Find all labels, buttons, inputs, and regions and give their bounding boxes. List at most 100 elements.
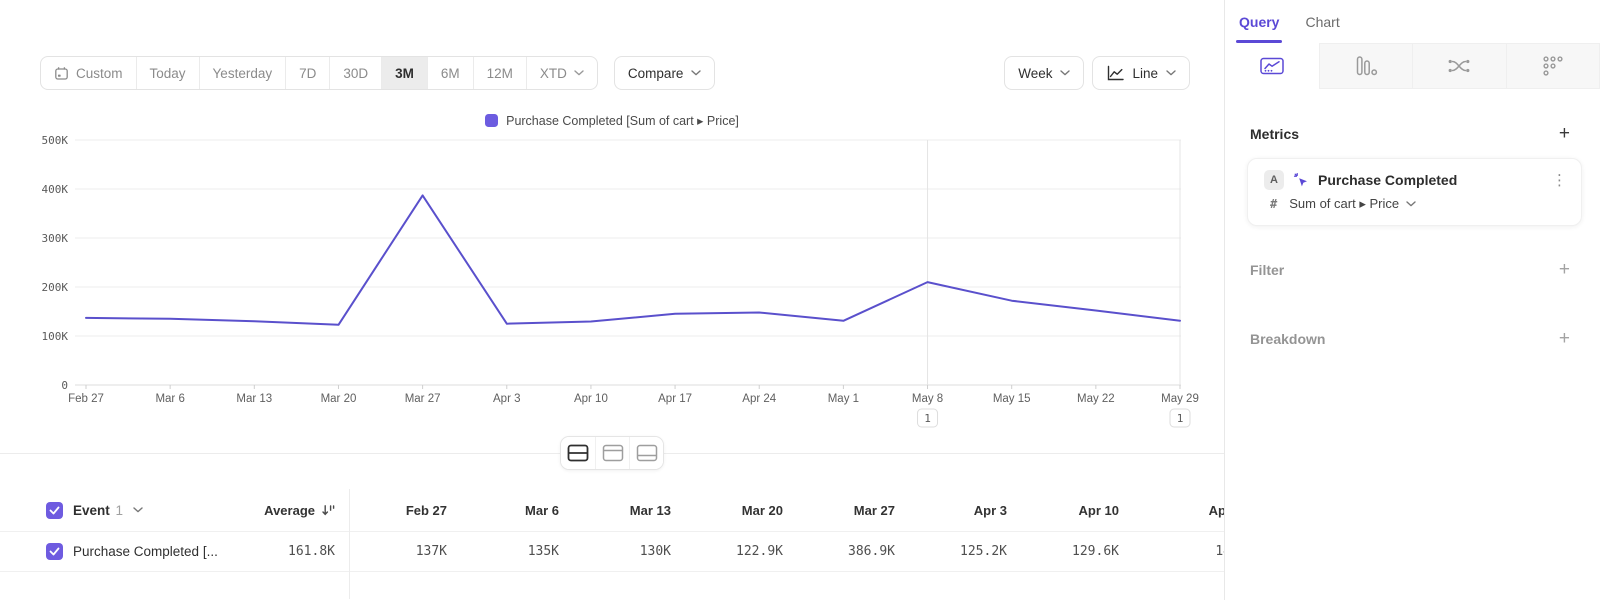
- aggregation-selector[interactable]: Sum of cart ▸ Price: [1289, 196, 1416, 212]
- range-label: 3M: [395, 66, 414, 81]
- tab-chart[interactable]: Chart: [1305, 0, 1339, 43]
- annotation-badge[interactable]: 1: [918, 409, 938, 427]
- date-headers: Feb 27Mar 6Mar 13Mar 20Mar 27Apr 3Apr 10…: [349, 503, 1224, 518]
- column-divider: [349, 489, 350, 599]
- view-tab-funnels[interactable]: [1319, 43, 1414, 89]
- metric-card-row2: # Sum of cart ▸ Price: [1264, 196, 1567, 212]
- layout-toggle-group: [560, 436, 664, 470]
- range-label: 7D: [299, 66, 316, 81]
- report-main: Custom Today Yesterday 7D 30D 3M 6M 12M XTD Comp…: [0, 0, 1224, 600]
- event-header-cell[interactable]: Event 1: [0, 502, 255, 519]
- add-filter-button[interactable]: +: [1559, 260, 1570, 279]
- view-tab-insights[interactable]: [1225, 43, 1320, 89]
- view-tab-retention[interactable]: [1506, 43, 1600, 89]
- layout-icon: [601, 442, 625, 464]
- range-group: Custom Today Yesterday 7D 30D 3M 6M 12M XTD: [40, 56, 598, 90]
- metric-card[interactable]: A Purchase Completed ⋮ # Sum of cart ▸ P…: [1247, 158, 1582, 226]
- event-icon: [1293, 172, 1309, 188]
- range-label: Today: [150, 66, 186, 81]
- range-3m[interactable]: 3M: [382, 57, 428, 89]
- line-chart-icon: [1106, 65, 1124, 81]
- breakdown-section-header: Breakdown +: [1250, 329, 1570, 348]
- chart-type-button[interactable]: Line: [1092, 56, 1190, 90]
- annotation-badge[interactable]: 1: [1170, 409, 1190, 427]
- range-yesterday[interactable]: Yesterday: [200, 57, 287, 89]
- table-header-row: Event 1 Average Feb 27Mar 6Mar 13Mar 20M…: [0, 489, 1224, 532]
- svg-text:0: 0: [61, 379, 68, 392]
- range-custom[interactable]: Custom: [41, 57, 137, 89]
- svg-text:Apr 10: Apr 10: [574, 393, 608, 405]
- range-label: Yesterday: [213, 66, 273, 81]
- column-header[interactable]: Mar 27: [797, 503, 909, 518]
- select-all-checkbox[interactable]: [46, 502, 63, 519]
- granularity-label: Week: [1018, 66, 1052, 81]
- add-metric-button[interactable]: +: [1559, 124, 1570, 143]
- legend-swatch: [485, 114, 498, 127]
- insights-icon: [1259, 55, 1285, 77]
- svg-text:Feb 27: Feb 27: [68, 393, 104, 405]
- metric-card-row1: A Purchase Completed ⋮: [1264, 170, 1567, 190]
- range-label: 12M: [487, 66, 513, 81]
- range-12m[interactable]: 12M: [474, 57, 527, 89]
- event-name-cell[interactable]: Purchase Completed [...: [0, 543, 255, 560]
- check-icon: [49, 547, 60, 556]
- table-cell: 135K: [461, 544, 573, 559]
- column-header[interactable]: Mar 6: [461, 503, 573, 518]
- sort-icon: [322, 504, 335, 517]
- table-cell: 386.9K: [797, 544, 909, 559]
- range-7d[interactable]: 7D: [286, 57, 330, 89]
- column-header[interactable]: Apr: [1133, 503, 1224, 518]
- svg-text:Mar 13: Mar 13: [236, 393, 272, 405]
- chevron-down-icon: [574, 70, 584, 76]
- legend-label: Purchase Completed [Sum of cart ▸ Price]: [506, 113, 739, 128]
- range-6m[interactable]: 6M: [428, 57, 474, 89]
- tab-query[interactable]: Query: [1239, 0, 1279, 43]
- view-tab-flows[interactable]: [1412, 43, 1507, 89]
- average-header-cell[interactable]: Average: [255, 503, 349, 518]
- table-cell: 122.9K: [685, 544, 797, 559]
- layout-chart-view-button[interactable]: [595, 437, 629, 469]
- svg-text:400K: 400K: [42, 183, 69, 196]
- breakdown-title: Breakdown: [1250, 331, 1325, 347]
- column-header[interactable]: Feb 27: [349, 503, 461, 518]
- column-header[interactable]: Apr 3: [909, 503, 1021, 518]
- svg-text:100K: 100K: [42, 330, 69, 343]
- chevron-down-icon: [1166, 70, 1176, 76]
- filter-title: Filter: [1250, 262, 1284, 278]
- svg-text:May 22: May 22: [1077, 393, 1115, 405]
- svg-text:300K: 300K: [42, 232, 69, 245]
- range-30d[interactable]: 30D: [330, 57, 382, 89]
- add-breakdown-button[interactable]: +: [1559, 329, 1570, 348]
- svg-text:Apr 17: Apr 17: [658, 393, 692, 405]
- breakdown-table: Event 1 Average Feb 27Mar 6Mar 13Mar 20M…: [0, 489, 1224, 572]
- layout-icon: [566, 442, 590, 464]
- svg-text:Mar 20: Mar 20: [321, 393, 357, 405]
- chevron-down-icon: [1060, 70, 1070, 76]
- granularity-button[interactable]: Week: [1004, 56, 1084, 90]
- calendar-icon: [54, 66, 69, 81]
- range-label: XTD: [540, 66, 567, 81]
- column-header[interactable]: Mar 20: [685, 503, 797, 518]
- panel-tabs: Query Chart: [1225, 0, 1600, 43]
- range-today[interactable]: Today: [137, 57, 200, 89]
- svg-text:Apr 24: Apr 24: [742, 393, 776, 405]
- svg-text:May 29: May 29: [1161, 393, 1199, 405]
- row-checkbox[interactable]: [46, 543, 63, 560]
- column-header[interactable]: Mar 13: [573, 503, 685, 518]
- layout-table-view-button[interactable]: [629, 437, 663, 469]
- chart-type-label: Line: [1132, 66, 1158, 81]
- chart-area: 0100K200K300K400K500KFeb 27Mar 6Mar 13Ma…: [0, 129, 1224, 429]
- compare-button[interactable]: Compare: [614, 56, 716, 90]
- funnels-icon: [1354, 55, 1378, 77]
- line-chart[interactable]: 0100K200K300K400K500KFeb 27Mar 6Mar 13Ma…: [0, 129, 1224, 429]
- range-xtd[interactable]: XTD: [527, 57, 597, 89]
- chart-legend[interactable]: Purchase Completed [Sum of cart ▸ Price]: [0, 113, 1224, 128]
- event-header-text: Event 1: [73, 503, 123, 518]
- average-header-label: Average: [264, 503, 315, 518]
- event-count: 1: [116, 503, 124, 518]
- layout-icon: [635, 442, 659, 464]
- metric-menu-button[interactable]: ⋮: [1552, 171, 1567, 189]
- layout-split-view-button[interactable]: [561, 437, 595, 469]
- column-header[interactable]: Apr 10: [1021, 503, 1133, 518]
- svg-text:1: 1: [924, 412, 931, 425]
